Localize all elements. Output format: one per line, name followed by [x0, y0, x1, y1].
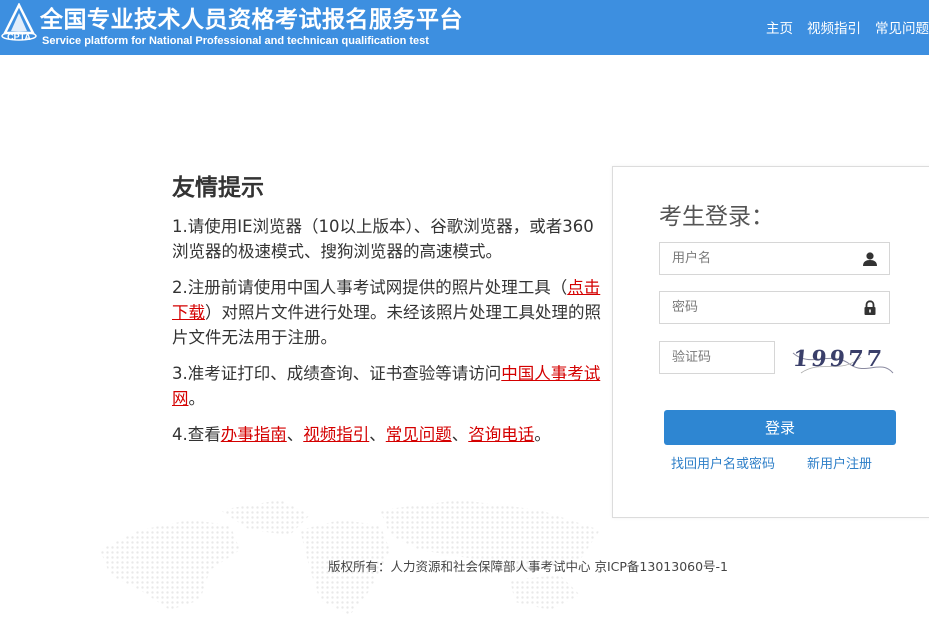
tip-browser: 1.请使用IE浏览器（10以上版本）、谷歌浏览器，或者360浏览器的极速模式、搜… — [172, 217, 594, 261]
captcha-image[interactable]: 19977 — [791, 339, 895, 379]
cpta-logo-icon: CPTA — [1, 3, 37, 42]
lock-icon — [864, 300, 876, 315]
password-field — [659, 291, 890, 324]
nav-faq[interactable]: 常见问题 — [875, 17, 929, 37]
forgot-credentials-link[interactable]: 找回用户名或密码 — [671, 453, 775, 472]
tips-section: 友情提示 1.请使用IE浏览器（10以上版本）、谷歌浏览器，或者360浏览器的极… — [172, 168, 602, 458]
tip4-sep-1: 、 — [286, 425, 304, 444]
register-link[interactable]: 新用户注册 — [807, 453, 872, 472]
world-map-decoration — [100, 500, 600, 615]
nav-video-guide[interactable]: 视频指引 — [807, 17, 861, 37]
tips-title: 友情提示 — [172, 175, 264, 201]
captcha-input[interactable] — [660, 342, 770, 373]
tip2-text-a: 2.注册前请使用中国人事考试网提供的照片处理工具（ — [172, 278, 568, 297]
tip-exam-site: 3.准考证打印、成绩查询、证书查验等请访问中国人事考试网。 — [172, 361, 602, 411]
site-subtitle: Service platform for National Profession… — [42, 35, 429, 47]
login-button[interactable]: 登录 — [664, 410, 896, 445]
tip-photo-tool: 2.注册前请使用中国人事考试网提供的照片处理工具（点击下载）对照片文件进行处理。… — [172, 275, 602, 350]
tip3-text-b: 。 — [188, 389, 206, 408]
tip2-text-b: ）对照片文件进行处理。未经该照片处理工具处理的照片文件无法用于注册。 — [172, 303, 601, 347]
top-nav: 主页 视频指引 常见问题 — [766, 17, 929, 37]
captcha-field — [659, 341, 775, 374]
tip4-sep-2: 、 — [369, 425, 386, 444]
user-icon — [863, 252, 877, 266]
tip4-end: 。 — [534, 425, 551, 444]
tip-more-help: 4.查看办事指南、视频指引、常见问题、咨询电话。 — [172, 422, 602, 447]
login-title: 考生登录： — [659, 204, 774, 230]
username-field — [659, 242, 890, 275]
login-panel: 考生登录： 19977 登录 找回用户名或密码 新用户注册 — [612, 166, 929, 518]
nav-home[interactable]: 主页 — [766, 17, 793, 37]
video-guide-link[interactable]: 视频指引 — [303, 425, 369, 444]
hotline-link[interactable]: 咨询电话 — [468, 425, 534, 444]
tip3-text-a: 3.准考证打印、成绩查询、证书查验等请访问 — [172, 364, 502, 383]
password-input[interactable] — [660, 292, 850, 323]
tip4-text-a: 4.查看 — [172, 425, 221, 444]
username-input[interactable] — [660, 243, 850, 274]
header-bar: CPTA 全国专业技术人员资格考试报名服务平台 Service platform… — [0, 0, 929, 55]
captcha-text: 19977 — [792, 346, 886, 372]
guide-link[interactable]: 办事指南 — [221, 425, 287, 444]
site-title: 全国专业技术人员资格考试报名服务平台 — [40, 7, 463, 33]
faq-link[interactable]: 常见问题 — [386, 425, 452, 444]
footer-copyright: 版权所有：人力资源和社会保障部人事考试中心 京ICP备13013060号-1 — [328, 559, 729, 574]
logo-text: CPTA — [7, 32, 31, 42]
tip4-sep-3: 、 — [451, 425, 469, 444]
